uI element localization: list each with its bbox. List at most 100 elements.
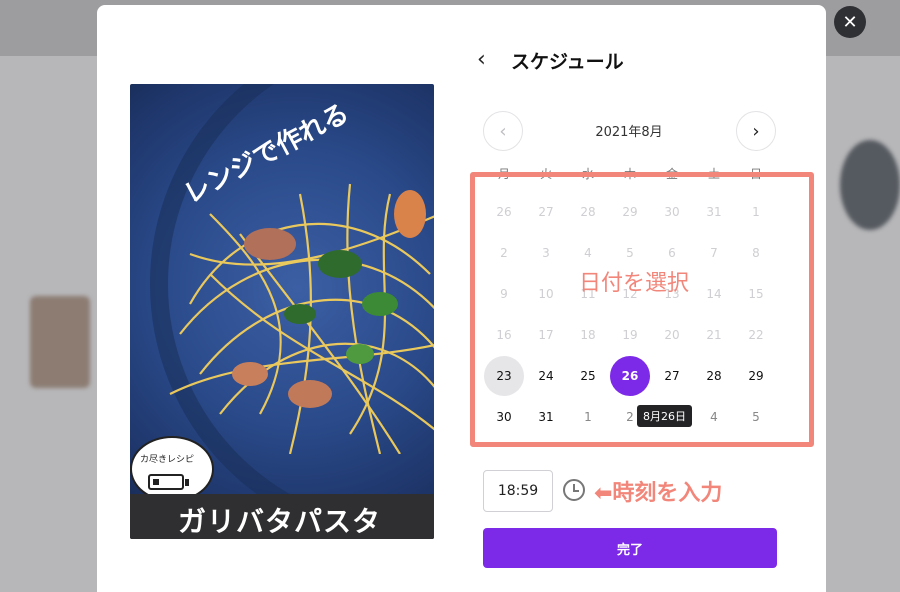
calendar-day-label: 30 [496,409,512,424]
design-preview: レンジで作れる カ尽きレシピ ガリバタパスタ [130,84,434,539]
top-caption-text: レンジで作れる [179,104,354,210]
calendar-day-label: 28 [580,204,596,219]
schedule-modal: レンジで作れる カ尽きレシピ ガリバタパスタ ‹ スケジュール ‹ 2021年8… [97,5,826,592]
calendar-day: 26 [483,191,525,232]
chevron-right-icon: › [752,120,760,142]
calendar-day: 19 [609,314,651,355]
calendar-day-label: 22 [748,327,764,342]
annotation-time-hint: ⬅時刻を入力 [594,481,723,506]
calendar-day: 30 [651,191,693,232]
calendar-day: 14 [693,273,735,314]
calendar-day-label: 14 [706,286,722,301]
weekday-label: 土 [707,167,720,181]
calendar-day-label: 18 [580,327,596,342]
background-thumbnail [840,140,900,230]
calendar-day: 31 [693,191,735,232]
calendar-day-label: 26 [496,204,512,219]
calendar-day[interactable]: 23 [483,355,525,396]
calendar-day-label: 4 [584,245,592,260]
calendar-day-label: 15 [748,286,764,301]
calendar-week-row: 26 27 28 29 30 31 1 [483,191,777,232]
calendar-day: 1 [735,191,777,232]
calendar-day[interactable]: 1 [567,396,609,437]
calendar-day-label: 29 [748,368,764,383]
calendar-day[interactable]: 24 [525,355,567,396]
calendar-day-label: 30 [664,204,680,219]
calendar-day[interactable]: 25 [567,355,609,396]
annotation-date-hint: 日付を選択 [579,271,690,296]
calendar-day-label: 3 [542,245,550,260]
top-caption: レンジで作れる [179,104,354,210]
calendar-week-row: 303112345 [483,396,777,437]
calendar-day-label: 29 [622,204,638,219]
close-button[interactable]: ✕ [834,6,866,38]
calendar-day[interactable]: 27 [651,355,693,396]
calendar-day[interactable]: 31 [525,396,567,437]
calendar-day-label: 27 [538,204,554,219]
month-label: 2021年8月 [595,125,663,140]
calendar-day[interactable]: 28 [693,355,735,396]
calendar-day-label: 6 [668,245,676,260]
calendar-day[interactable]: 26 [609,355,651,396]
clock-icon [563,479,585,501]
calendar-day: 16 [483,314,525,355]
close-icon: ✕ [842,11,858,33]
bubble-label: カ尽きレシピ [140,455,195,465]
calendar-day-label: 16 [496,327,512,342]
weekday-header: 月火水木金土日 [483,165,777,182]
chevron-left-icon: ‹ [477,47,486,72]
calendar-day-label: 26 [610,355,650,396]
calendar-day: 17 [525,314,567,355]
calendar-day-label: 9 [500,286,508,301]
calendar-day-label: 5 [752,409,760,424]
background-thumbnail [30,296,90,388]
calendar-day: 7 [693,232,735,273]
calendar-day-label: 17 [538,327,554,342]
next-month-button[interactable]: › [736,111,776,151]
calendar-day-label: 20 [664,327,680,342]
calendar-day-label: 2 [500,245,508,260]
calendar-day-label: 31 [538,409,554,424]
done-button[interactable]: 完了 [483,528,777,568]
panel-title: スケジュール [511,51,624,73]
calendar-day: 21 [693,314,735,355]
weekday-label: 木 [623,167,636,181]
weekday-label: 火 [539,167,552,181]
preview-title: ガリバタパスタ [178,505,382,538]
calendar-day-label: 10 [538,286,554,301]
title-strip: ガリバタパスタ [130,494,434,539]
back-button[interactable]: ‹ [477,47,486,72]
calendar-day: 29 [609,191,651,232]
calendar-week-row: 16 17 18 19 20 21 22 [483,314,777,355]
calendar-day-label: 21 [706,327,722,342]
calendar-day-label: 27 [664,368,680,383]
speech-bubble: カ尽きレシピ [130,436,214,502]
calendar-day[interactable]: 4 [693,396,735,437]
calendar-day[interactable]: 30 [483,396,525,437]
calendar-week-row: 23 24 25 26 27 28 29 [483,355,777,396]
chevron-left-icon: ‹ [499,120,507,142]
weekday-label: 日 [749,167,762,181]
battery-icon [148,474,184,490]
prev-month-button[interactable]: ‹ [483,111,523,151]
calendar-day: 2 [483,232,525,273]
time-input[interactable]: 18:59 [483,470,553,512]
date-tooltip: 8月26日 [637,405,692,427]
calendar-day-label: 31 [706,204,722,219]
calendar-day: 8 [735,232,777,273]
calendar-day: 9 [483,273,525,314]
calendar-day: 18 [567,314,609,355]
calendar-day: 22 [735,314,777,355]
calendar-day[interactable]: 5 [735,396,777,437]
calendar-day: 20 [651,314,693,355]
calendar-day-label: 8 [752,245,760,260]
calendar-day: 27 [525,191,567,232]
calendar-day-label: 28 [706,368,722,383]
calendar-day-label: 24 [538,368,554,383]
calendar-day-label: 2 [626,409,634,424]
calendar-day[interactable]: 29 [735,355,777,396]
calendar-day: 28 [567,191,609,232]
calendar-day: 3 [525,232,567,273]
calendar-day-label: 1 [584,409,592,424]
weekday-label: 水 [581,167,594,181]
